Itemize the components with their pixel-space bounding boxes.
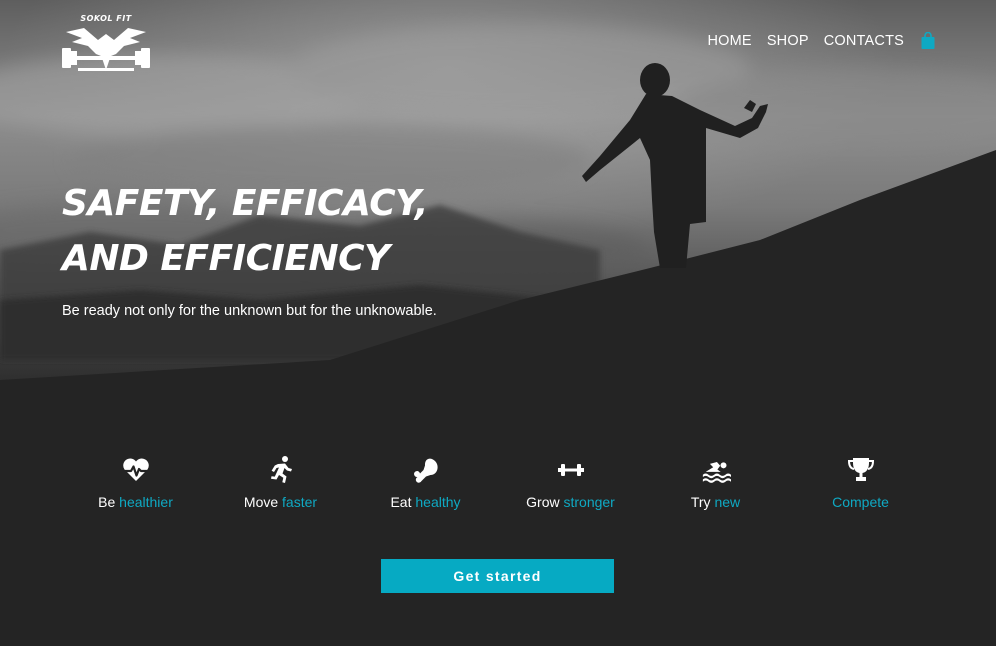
main-nav: HOME SHOP CONTACTS xyxy=(693,31,937,51)
nav-shop[interactable]: SHOP xyxy=(767,33,809,49)
feature-label: Eat healthy xyxy=(390,494,461,510)
hero-headline: SAFETY, EFFICACY, AND EFFICIENCY xyxy=(62,176,428,286)
eagle-dumbbell-icon xyxy=(62,28,150,71)
hero-background-image xyxy=(0,0,996,646)
shopping-bag-icon[interactable] xyxy=(920,32,936,50)
feature-healthier: Be healthier xyxy=(63,455,208,510)
feature-label: Be healthier xyxy=(98,494,173,510)
feature-stronger: Grow stronger xyxy=(498,455,643,510)
swimming-icon xyxy=(702,462,731,483)
trophy-icon xyxy=(847,458,874,481)
feature-compete: Compete xyxy=(788,455,933,510)
feature-faster: Move faster xyxy=(208,455,353,510)
hero-headline-line1: SAFETY, EFFICACY, xyxy=(62,183,428,224)
nav-home[interactable]: HOME xyxy=(708,33,752,49)
hero-headline-line2: AND EFFICIENCY xyxy=(62,238,390,279)
dumbbell-icon xyxy=(557,464,584,476)
feature-label: Try new xyxy=(690,494,741,510)
feature-label: Compete xyxy=(832,494,889,510)
brand-logo[interactable]: SOKOL FIT xyxy=(58,14,154,74)
hero-subtitle: Be ready not only for the unknown but fo… xyxy=(62,303,437,319)
feature-new: Try new xyxy=(643,455,788,510)
nav-contacts[interactable]: CONTACTS xyxy=(824,33,904,49)
feature-label: Move faster xyxy=(243,494,318,510)
heart-pulse-icon xyxy=(122,458,149,481)
get-started-button[interactable]: Get started xyxy=(381,559,614,593)
running-icon xyxy=(270,456,292,483)
feature-label: Grow stronger xyxy=(526,494,615,510)
feature-healthy: Eat healthy xyxy=(353,455,498,510)
features-row: Be healthier Move faster Eat healthy Gro… xyxy=(63,455,933,515)
drumstick-icon xyxy=(413,458,438,483)
